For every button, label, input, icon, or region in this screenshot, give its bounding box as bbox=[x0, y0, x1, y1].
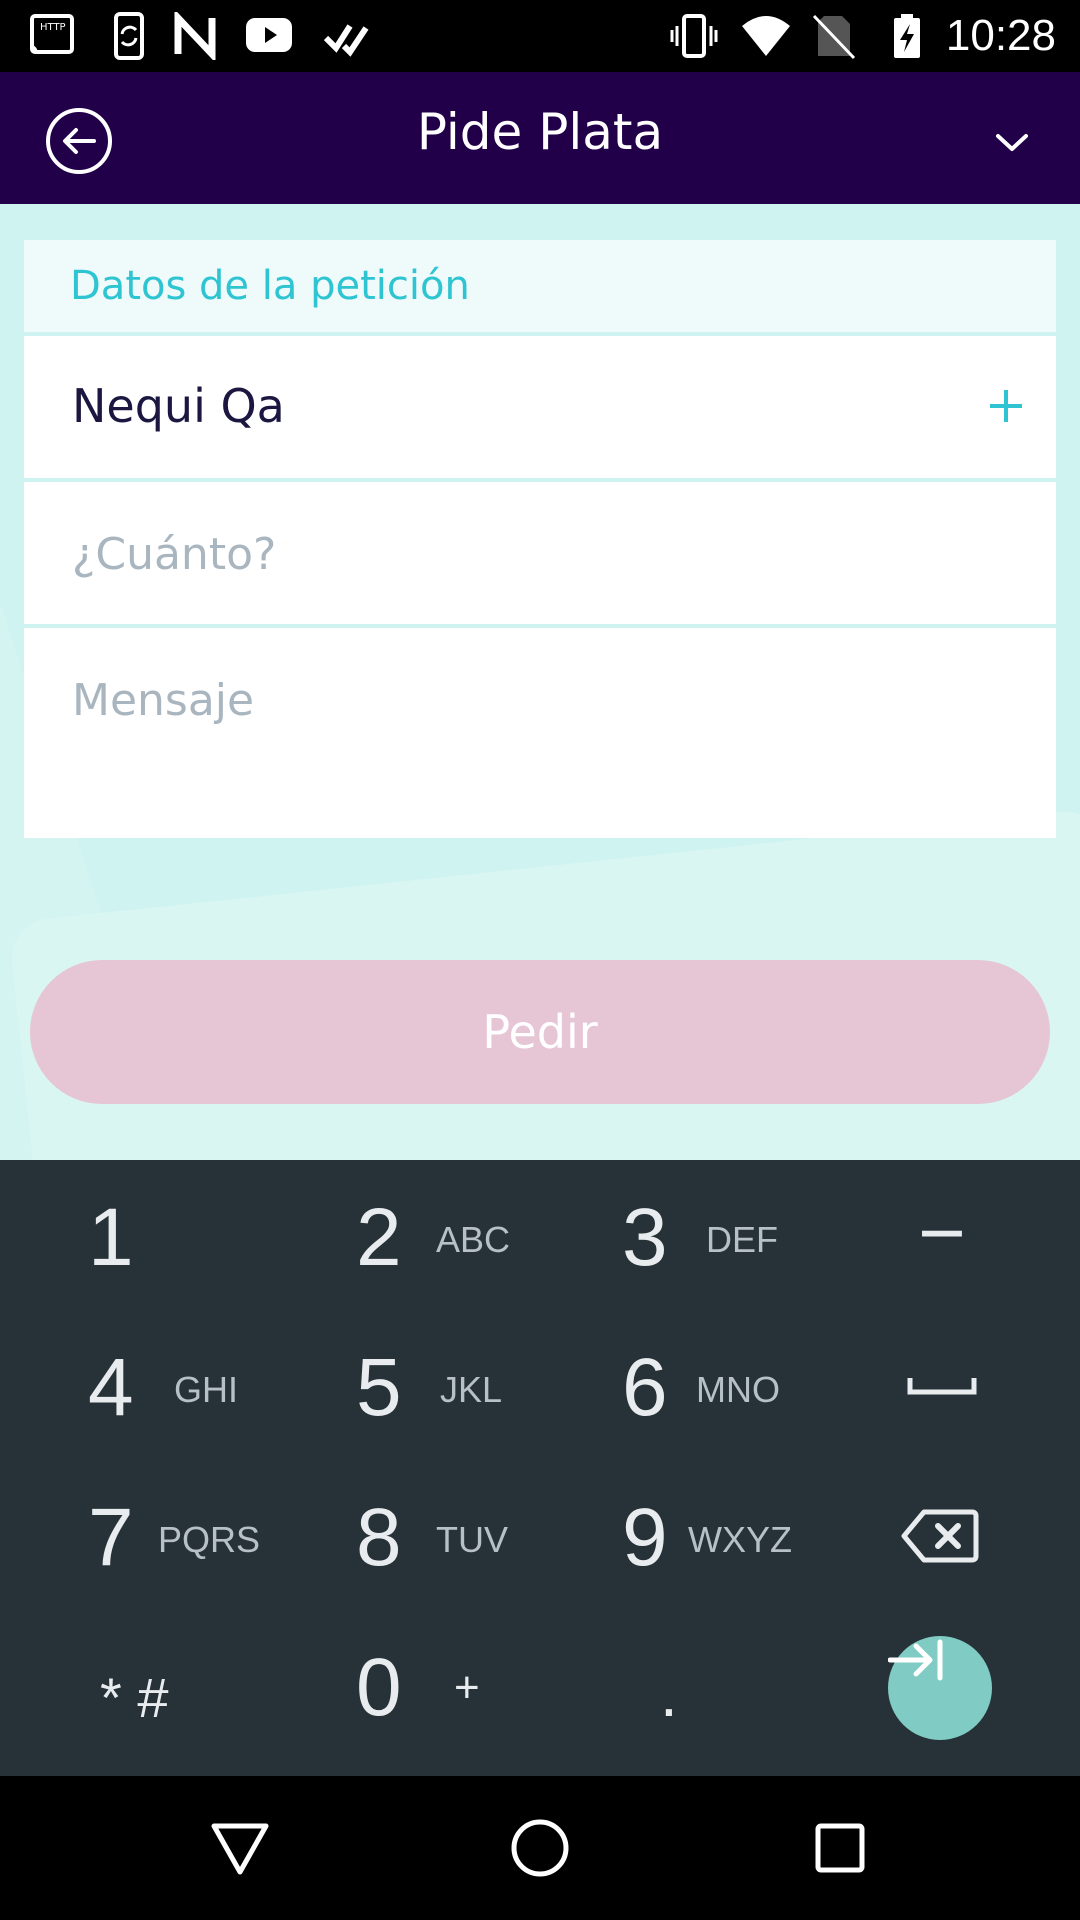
chevron-down-icon[interactable] bbox=[986, 116, 1038, 168]
request-form-area: Datos de la petición Nequi Qa Pedir bbox=[0, 204, 1080, 1160]
message-input[interactable] bbox=[72, 668, 972, 732]
request-card: Datos de la petición Nequi Qa bbox=[24, 240, 1056, 1046]
youtube-icon bbox=[246, 18, 292, 52]
key-8[interactable]: 8 TUV bbox=[270, 1470, 540, 1620]
n-app-icon bbox=[174, 12, 216, 60]
back-triangle-icon[interactable] bbox=[208, 1816, 272, 1880]
key-7[interactable]: 7 PQRS bbox=[0, 1470, 270, 1620]
battery-charging-icon bbox=[894, 14, 920, 58]
key-minus[interactable]: − bbox=[810, 1170, 1080, 1320]
svg-text:HTTP: HTTP bbox=[40, 22, 66, 33]
status-bar: HTTP 10:28 bbox=[0, 0, 1080, 72]
check-app-icon bbox=[323, 24, 369, 57]
amount-row bbox=[24, 482, 1056, 624]
key-2[interactable]: 2 ABC bbox=[270, 1170, 540, 1320]
plus-icon[interactable] bbox=[986, 386, 1026, 426]
cast-http-icon: HTTP bbox=[29, 14, 74, 54]
key-3[interactable]: 3 DEF bbox=[540, 1170, 810, 1320]
key-1[interactable]: 1 bbox=[0, 1170, 270, 1320]
amount-input[interactable] bbox=[72, 522, 972, 586]
numeric-keyboard: 1 2 ABC 3 DEF − 4 GHI 5 JKL 6 MNO 7 PQRS… bbox=[0, 1160, 1080, 1776]
key-4[interactable]: 4 GHI bbox=[0, 1320, 270, 1470]
submit-button[interactable]: Pedir bbox=[30, 960, 1050, 1104]
key-backspace[interactable] bbox=[810, 1470, 1080, 1620]
page-title: Pide Plata bbox=[416, 103, 664, 161]
key-0[interactable]: 0 + bbox=[270, 1620, 540, 1770]
sync-phone-icon bbox=[114, 12, 144, 60]
vibrate-icon bbox=[670, 14, 718, 58]
recipient-name: Nequi Qa bbox=[72, 379, 285, 433]
system-nav-bar bbox=[0, 1776, 1080, 1920]
go-button[interactable] bbox=[887, 1636, 992, 1740]
key-9[interactable]: 9 WXYZ bbox=[540, 1470, 810, 1620]
wifi-icon bbox=[742, 16, 790, 56]
space-icon bbox=[907, 1378, 977, 1395]
backspace-icon bbox=[901, 1509, 979, 1563]
clock: 10:28 bbox=[945, 11, 1056, 60]
key-space[interactable] bbox=[810, 1320, 1080, 1470]
message-row bbox=[24, 628, 1056, 838]
home-circle-icon[interactable] bbox=[508, 1816, 572, 1880]
no-sim-icon bbox=[812, 14, 856, 60]
recipient-row[interactable]: Nequi Qa bbox=[24, 336, 1056, 478]
key-5[interactable]: 5 JKL bbox=[270, 1320, 540, 1470]
key-6[interactable]: 6 MNO bbox=[540, 1320, 810, 1470]
recents-square-icon[interactable] bbox=[808, 1816, 872, 1880]
tab-next-icon bbox=[887, 1639, 943, 1681]
key-star-hash[interactable]: * # bbox=[0, 1620, 270, 1770]
section-title: Datos de la petición bbox=[24, 240, 1056, 332]
app-header: Pide Plata bbox=[0, 72, 1080, 204]
key-period[interactable]: . bbox=[540, 1620, 810, 1770]
